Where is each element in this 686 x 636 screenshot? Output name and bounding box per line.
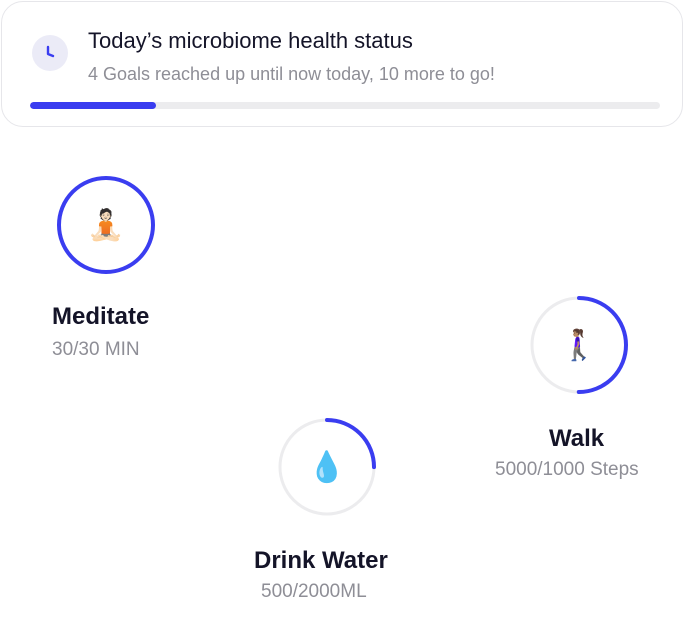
meditate-progress-ring: 🧘🏻 — [56, 175, 156, 275]
goal-name-meditate: Meditate — [52, 303, 150, 330]
daily-progress-fill — [30, 102, 156, 109]
water-drop-icon: 💧 — [308, 450, 346, 484]
goal-name-drink-water: Drink Water — [254, 547, 388, 574]
goal-value-drink-water: 500/2000ML — [261, 581, 367, 602]
goal-value-meditate: 30/30 MIN — [52, 339, 140, 360]
goal-value-walk: 5000/1000 Steps — [495, 459, 639, 480]
status-title: Today’s microbiome health status — [88, 28, 413, 53]
water-progress-ring: 💧 — [277, 417, 377, 517]
clock-icon — [32, 35, 68, 71]
walking-person-icon: 🚶🏽‍♀️ — [560, 328, 598, 362]
meditation-icon: 🧘🏻 — [87, 208, 125, 242]
goal-name-walk: Walk — [549, 425, 605, 452]
health-status-card: Today’s microbiome health status 4 Goals… — [1, 1, 683, 127]
walk-progress-ring: 🚶🏽‍♀️ — [529, 295, 629, 395]
status-subtitle: 4 Goals reached up until now today, 10 m… — [88, 64, 495, 84]
daily-progress-bar — [30, 102, 660, 109]
